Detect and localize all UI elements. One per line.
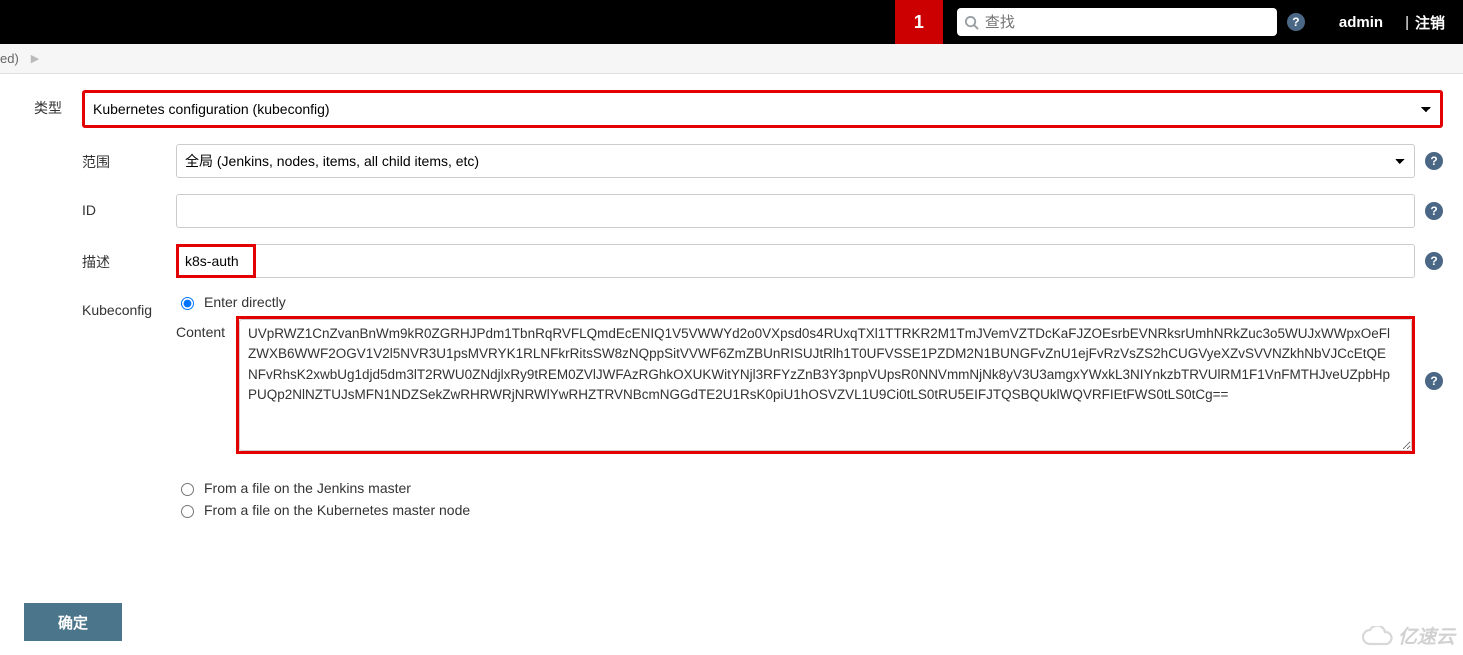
description-input[interactable] xyxy=(179,247,253,275)
id-input[interactable] xyxy=(176,194,1415,228)
breadcrumb-item[interactable]: ed) xyxy=(0,51,19,66)
logout-link[interactable]: 注销 xyxy=(1415,12,1445,33)
top-bar: 1 ? admin | 注销 xyxy=(0,0,1463,44)
scope-label: 范围 xyxy=(82,144,176,172)
radio-file-jenkins[interactable]: From a file on the Jenkins master xyxy=(176,480,1443,496)
watermark-text: 亿速云 xyxy=(1398,622,1455,649)
radio-file-k8s-label: From a file on the Kubernetes master nod… xyxy=(204,502,470,518)
row-type: 类型 Kubernetes configuration (kubeconfig) xyxy=(34,90,1443,128)
description-label: 描述 xyxy=(82,244,176,272)
watermark: 亿速云 xyxy=(1362,622,1455,649)
radio-file-k8s[interactable]: From a file on the Kubernetes master nod… xyxy=(176,502,1443,518)
kubeconfig-label: Kubeconfig xyxy=(82,294,176,318)
type-select[interactable]: Kubernetes configuration (kubeconfig) xyxy=(82,90,1443,128)
search-box[interactable] xyxy=(957,8,1277,36)
content-label: Content xyxy=(176,316,236,340)
search-icon xyxy=(961,11,983,33)
top-bar-right: 1 ? admin | 注销 xyxy=(895,0,1463,44)
type-label: 类型 xyxy=(34,90,82,118)
description-highlight xyxy=(176,244,256,278)
top-divider: | xyxy=(1405,14,1409,31)
radio-file-jenkins-input[interactable] xyxy=(181,483,194,496)
breadcrumb-separator-icon: ▶ xyxy=(31,52,39,65)
help-icon[interactable]: ? xyxy=(1287,13,1305,31)
row-kubeconfig: Kubeconfig Enter directly Content UVpRWZ… xyxy=(82,294,1443,524)
search-input[interactable] xyxy=(983,13,1277,32)
notification-badge[interactable]: 1 xyxy=(895,0,943,44)
scope-help-icon[interactable]: ? xyxy=(1425,152,1443,170)
radio-file-jenkins-label: From a file on the Jenkins master xyxy=(204,480,411,496)
submit-button[interactable]: 确定 xyxy=(24,603,122,641)
radio-enter-directly-label: Enter directly xyxy=(204,294,286,310)
id-label: ID xyxy=(82,194,176,218)
cloud-icon xyxy=(1362,626,1394,646)
scope-select[interactable]: 全局 (Jenkins, nodes, items, all child ite… xyxy=(176,144,1415,178)
content-block: Content UVpRWZ1CnZvanBnWm9kR0ZGRHJPdm1Tb… xyxy=(176,316,1443,454)
content-textarea[interactable]: UVpRWZ1CnZvanBnWm9kR0ZGRHJPdm1TbnRqRVFLQ… xyxy=(239,319,1412,451)
id-help-icon[interactable]: ? xyxy=(1425,202,1443,220)
description-help-icon[interactable]: ? xyxy=(1425,252,1443,270)
content-highlight: UVpRWZ1CnZvanBnWm9kR0ZGRHJPdm1TbnRqRVFLQ… xyxy=(236,316,1415,454)
radio-enter-directly[interactable]: Enter directly xyxy=(176,294,1443,310)
description-input-rest[interactable] xyxy=(256,244,1415,278)
row-scope: 范围 全局 (Jenkins, nodes, items, all child … xyxy=(82,144,1443,178)
user-link[interactable]: admin xyxy=(1339,14,1383,31)
row-description: 描述 ? xyxy=(82,244,1443,278)
row-id: ID ? xyxy=(82,194,1443,228)
breadcrumb: ed) ▶ xyxy=(0,44,1463,74)
type-details: 范围 全局 (Jenkins, nodes, items, all child … xyxy=(82,144,1443,524)
radio-enter-directly-input[interactable] xyxy=(181,297,194,310)
radio-file-k8s-input[interactable] xyxy=(181,505,194,518)
credentials-form: 类型 Kubernetes configuration (kubeconfig)… xyxy=(34,90,1443,540)
content-help-icon[interactable]: ? xyxy=(1425,372,1443,390)
